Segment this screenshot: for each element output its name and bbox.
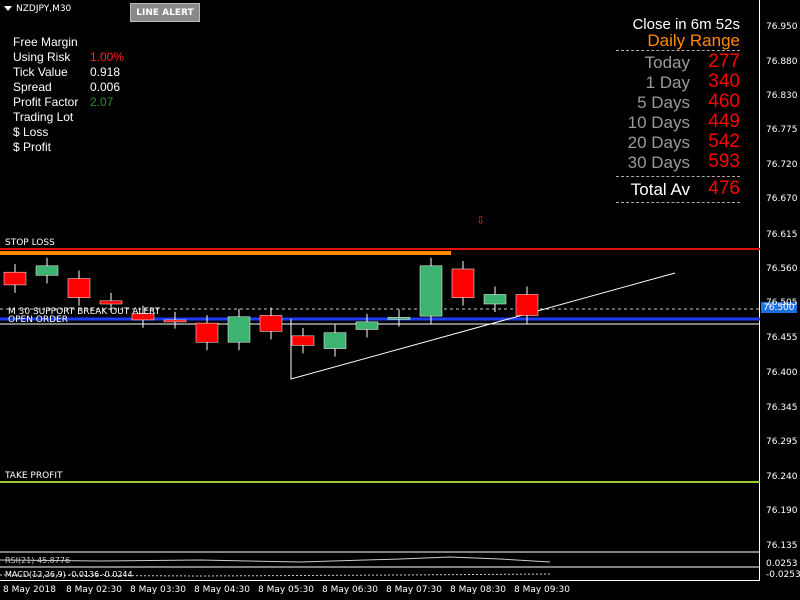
time-tick-label: 8 May 07:30 <box>386 585 442 595</box>
candle-bear <box>3 271 27 286</box>
take-profit-label: TAKE PROFIT <box>5 471 63 481</box>
account-value: 0.918 <box>90 65 121 79</box>
stop-loss-label: STOP LOSS <box>5 238 55 248</box>
price-tick-label: 76.455 <box>766 333 798 343</box>
account-label: Trading Lot <box>13 110 74 124</box>
time-tick-label: 8 May 09:30 <box>514 585 570 595</box>
candle-bear <box>259 315 283 332</box>
price-tick-label: 76.345 <box>766 403 798 413</box>
time-tick-label: 8 May 08:30 <box>450 585 506 595</box>
account-label: $ Profit <box>13 140 52 154</box>
candle-bull <box>419 265 443 317</box>
price-tick-label: 76.615 <box>766 230 798 240</box>
price-tick-label: 76.135 <box>766 541 798 551</box>
price-tick-label: 76.400 <box>766 368 798 378</box>
candle-bull <box>323 332 347 349</box>
range-value: 449 <box>708 111 740 132</box>
chevron-down-icon[interactable] <box>4 6 12 11</box>
candle-bull <box>227 316 251 343</box>
candle-bear <box>291 335 315 346</box>
time-tick-label: 8 May 06:30 <box>322 585 378 595</box>
range-label: 1 Day <box>645 73 690 92</box>
time-tick-label: 8 May 03:30 <box>130 585 186 595</box>
price-tick-label: 0.0253 <box>766 559 798 569</box>
macd-label: MACD(12,26,9) -0.0136 -0.0244 <box>5 570 133 579</box>
candle-bear <box>67 278 91 298</box>
price-tick-label: 76.775 <box>766 125 798 135</box>
candle-bull <box>483 294 507 305</box>
account-label: Spread <box>13 80 52 94</box>
time-tick-label: 8 May 2018 <box>3 585 56 595</box>
range-separator <box>616 176 740 177</box>
price-tick-label: -0.0253 <box>766 570 800 580</box>
range-label: 30 Days <box>627 153 690 172</box>
total-average-label: Total Av <box>630 180 690 199</box>
account-value: 1.00% <box>90 50 125 64</box>
candle-bull <box>355 321 379 330</box>
range-label: Today <box>644 53 690 72</box>
price-tick-label: 76.880 <box>766 57 798 67</box>
daily-range-title: Daily Range <box>647 31 740 50</box>
range-value: 460 <box>708 91 740 112</box>
price-tick-label: 76.720 <box>766 160 798 170</box>
range-separator <box>616 202 740 203</box>
candle-bull <box>35 265 59 276</box>
candle-bear <box>195 322 219 343</box>
rsi-label: RSI(21) 45.8776 <box>5 556 71 565</box>
account-label: $ Loss <box>13 125 49 139</box>
price-tick-label: 76.240 <box>766 472 798 482</box>
price-tick-label: 76.950 <box>766 22 798 32</box>
time-tick-label: 8 May 02:30 <box>66 585 122 595</box>
price-tick-label: 76.670 <box>766 194 798 204</box>
candle-bear <box>451 268 475 298</box>
range-label: 5 Days <box>637 93 690 112</box>
account-label: Free Margin <box>13 35 78 49</box>
time-tick-label: 8 May 04:30 <box>194 585 250 595</box>
time-tick-label: 8 May 05:30 <box>258 585 314 595</box>
range-value: 340 <box>708 71 740 92</box>
candle-bear <box>515 294 539 316</box>
account-value: 0.006 <box>90 80 121 94</box>
rsi-line <box>0 556 551 563</box>
price-tick-label: 76.505 <box>766 298 798 308</box>
range-value: 277 <box>708 51 740 72</box>
price-tick-label: 76.830 <box>766 91 798 101</box>
range-value: 542 <box>708 131 740 152</box>
arrow-down-icon: ⇩ <box>476 214 486 227</box>
range-value: 593 <box>708 151 740 172</box>
trend-line <box>290 272 676 380</box>
candle-bull <box>387 317 411 320</box>
line-alert-button[interactable]: LINE ALERT <box>130 3 200 22</box>
account-value: 2.07 <box>90 95 114 109</box>
total-average-value: 476 <box>708 178 740 199</box>
range-label: 20 Days <box>627 133 690 152</box>
symbol-title: NZDJPY,M30 <box>16 4 72 14</box>
price-tick-label: 76.560 <box>766 264 798 274</box>
price-tick-label: 76.190 <box>766 506 798 516</box>
price-tick-label: 76.295 <box>766 437 798 447</box>
candle-bear <box>163 319 187 323</box>
account-label: Tick Value <box>13 65 68 79</box>
candle-bear <box>99 300 123 305</box>
account-label: Using Risk <box>13 50 71 64</box>
open-order-label: OPEN ORDER <box>8 315 68 325</box>
range-label: 10 Days <box>627 113 690 132</box>
account-label: Profit Factor <box>13 95 79 109</box>
